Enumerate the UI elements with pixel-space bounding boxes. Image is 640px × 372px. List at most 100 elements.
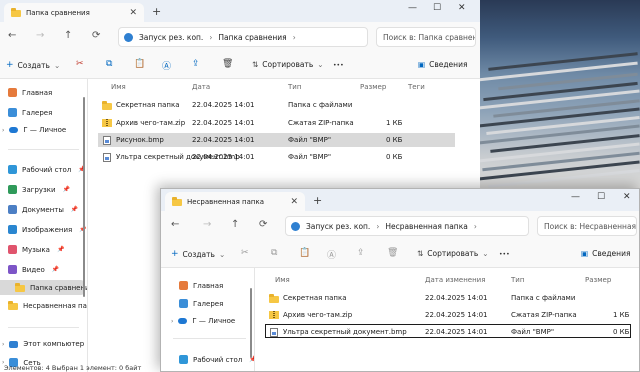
breadcrumb-current[interactable]: Несравненная папка bbox=[385, 222, 468, 231]
sidebar-item-downloads[interactable]: Загрузки 📌 bbox=[8, 185, 70, 194]
create-button[interactable]: + Создать ⌄ bbox=[6, 60, 60, 70]
copy-icon[interactable]: ⧉ bbox=[106, 59, 112, 69]
search-input[interactable]: Поиск в: Несравненная папка bbox=[537, 216, 637, 236]
share-icon[interactable]: ⇪ bbox=[192, 59, 200, 69]
rename-icon[interactable]: Ⓐ bbox=[327, 248, 336, 261]
more-options-icon[interactable]: ••• bbox=[333, 62, 344, 69]
details-button[interactable]: ▣ Сведения bbox=[581, 249, 630, 258]
tab-folder[interactable]: Папка сравнения ✕ bbox=[4, 3, 144, 22]
column-date[interactable]: Дата изменения bbox=[425, 276, 485, 284]
sort-button[interactable]: ⇅ Сортировать ⌄ bbox=[252, 60, 324, 69]
sidebar-item-desktop[interactable]: Рабочий стол 📌 bbox=[8, 165, 86, 174]
sidebar-item-videos[interactable]: Видео 📌 bbox=[8, 265, 59, 274]
chevron-down-icon: ⌄ bbox=[317, 60, 324, 69]
computer-icon bbox=[9, 340, 19, 348]
zip-archive-icon bbox=[102, 119, 112, 127]
breadcrumb-current[interactable]: Папка сравнения bbox=[218, 33, 286, 42]
backup-drive-icon bbox=[291, 221, 300, 231]
file-row[interactable]: Архив чего-там.zip 22.04.2025 14:01 Сжат… bbox=[265, 308, 631, 322]
folder-icon bbox=[8, 301, 18, 310]
sort-button[interactable]: ⇅ Сортировать ⌄ bbox=[417, 249, 489, 258]
sidebar-scrollbar[interactable] bbox=[83, 97, 85, 297]
tab-title: Папка сравнения bbox=[26, 8, 90, 17]
close-tab-icon[interactable]: ✕ bbox=[290, 197, 298, 207]
column-size[interactable]: Размер bbox=[360, 83, 386, 91]
sidebar-item-other-folder[interactable]: Несравненная папка 📌 bbox=[8, 301, 87, 310]
tab-folder[interactable]: Несравненная папка ✕ bbox=[165, 192, 305, 211]
delete-icon[interactable]: 🗑 bbox=[387, 248, 398, 258]
divider bbox=[173, 338, 246, 339]
copy-icon[interactable]: ⧉ bbox=[271, 248, 277, 258]
close-window-button[interactable]: ✕ bbox=[458, 3, 466, 13]
new-tab-button[interactable]: + bbox=[313, 194, 322, 207]
chevron-right-icon: › bbox=[171, 317, 174, 325]
minimize-button[interactable]: — bbox=[408, 3, 417, 13]
up-arrow-icon[interactable]: ↑ bbox=[231, 219, 239, 230]
paste-icon[interactable]: 📋 bbox=[299, 248, 310, 258]
sort-label: Сортировать bbox=[262, 60, 314, 69]
sidebar-item-compare-folder[interactable]: Папка сравнения 📌 bbox=[0, 280, 87, 295]
sidebar-item-this-pc[interactable]: › Этот компьютер bbox=[2, 340, 84, 348]
refresh-icon[interactable]: ⟳ bbox=[92, 30, 100, 41]
column-tags[interactable]: Теги bbox=[408, 83, 425, 91]
sidebar-item-pictures[interactable]: Изображения 📌 bbox=[8, 225, 87, 234]
close-tab-icon[interactable]: ✕ bbox=[129, 8, 137, 18]
search-input[interactable]: Поиск в: Папка сравнения bbox=[376, 27, 476, 47]
sidebar-item-home[interactable]: Главная bbox=[179, 281, 223, 290]
cut-icon[interactable]: ✂ bbox=[241, 248, 249, 258]
file-row[interactable]: Секретная папка 22.04.2025 14:01 Папка с… bbox=[98, 98, 455, 112]
address-field[interactable]: Запуск рез. коп. › Папка сравнения › bbox=[118, 27, 368, 47]
up-arrow-icon[interactable]: ↑ bbox=[64, 30, 72, 41]
column-headers: Имя Дата Тип Размер Теги bbox=[90, 80, 470, 94]
cut-icon[interactable]: ✂ bbox=[76, 59, 84, 69]
details-button[interactable]: ▣ Сведения bbox=[418, 60, 467, 69]
forward-arrow-icon[interactable]: → bbox=[203, 219, 211, 230]
file-row[interactable]: Ультра секретный документ.bmp 22.04.2025… bbox=[98, 150, 455, 164]
more-options-icon[interactable]: ••• bbox=[499, 251, 510, 258]
minimize-button[interactable]: — bbox=[571, 192, 580, 202]
close-window-button[interactable]: ✕ bbox=[623, 192, 631, 202]
file-row[interactable]: Секретная папка 22.04.2025 14:01 Папка с… bbox=[265, 291, 631, 305]
column-date[interactable]: Дата bbox=[192, 83, 210, 91]
address-bar-row: ← → ↑ ⟳ Запуск рез. коп. › Несравненная … bbox=[161, 211, 639, 241]
maximize-button[interactable]: ☐ bbox=[597, 192, 605, 202]
home-icon bbox=[8, 88, 17, 97]
maximize-button[interactable]: ☐ bbox=[433, 3, 441, 13]
file-row-focused[interactable]: Ультра секретный документ.bmp 22.04.2025… bbox=[265, 324, 631, 338]
back-arrow-icon[interactable]: ← bbox=[171, 219, 179, 230]
column-type[interactable]: Тип bbox=[288, 83, 301, 91]
cloud-icon bbox=[9, 127, 19, 133]
bitmap-file-icon bbox=[103, 153, 111, 162]
video-icon bbox=[8, 265, 17, 274]
breadcrumb-root[interactable]: Запуск рез. коп. bbox=[306, 222, 370, 231]
sidebar-item-music[interactable]: Музыка 📌 bbox=[8, 245, 64, 254]
sidebar-item-documents[interactable]: Документы 📌 bbox=[8, 205, 78, 214]
sidebar-scrollbar[interactable] bbox=[250, 288, 252, 358]
title-bar: Несравненная папка ✕ + — ☐ ✕ bbox=[161, 189, 639, 211]
sidebar-item-onedrive[interactable]: › Г — Личное bbox=[171, 317, 235, 325]
paste-icon[interactable]: 📋 bbox=[134, 59, 145, 69]
breadcrumb-separator: › bbox=[376, 221, 380, 231]
column-name[interactable]: Имя bbox=[275, 276, 290, 284]
file-row-selected[interactable]: Рисунок.bmp 22.04.2025 14:01 Файл "BMP" … bbox=[98, 133, 455, 147]
column-name[interactable]: Имя bbox=[111, 83, 126, 91]
sidebar-item-gallery[interactable]: Галерея bbox=[8, 108, 52, 117]
file-row[interactable]: Архив чего-там.zip 22.04.2025 14:01 Сжат… bbox=[98, 116, 455, 130]
new-tab-button[interactable]: + bbox=[152, 5, 161, 18]
sidebar-item-home[interactable]: Главная bbox=[8, 88, 52, 97]
column-type[interactable]: Тип bbox=[511, 276, 524, 284]
column-size[interactable]: Размер bbox=[585, 276, 611, 284]
back-arrow-icon[interactable]: ← bbox=[8, 30, 16, 41]
address-field[interactable]: Запуск рез. коп. › Несравненная папка › bbox=[285, 216, 529, 236]
share-icon[interactable]: ⇪ bbox=[357, 248, 365, 258]
sidebar-item-gallery[interactable]: Галерея bbox=[179, 299, 223, 308]
breadcrumb-root[interactable]: Запуск рез. коп. bbox=[139, 33, 203, 42]
delete-icon[interactable]: 🗑 bbox=[222, 59, 233, 69]
refresh-icon[interactable]: ⟳ bbox=[259, 219, 267, 230]
create-button[interactable]: + Создать ⌄ bbox=[171, 249, 225, 259]
chevron-down-icon: ⌄ bbox=[53, 60, 61, 70]
sidebar-item-desktop[interactable]: Рабочий стол 📌 bbox=[179, 355, 254, 364]
sidebar-item-onedrive[interactable]: › Г — Личное bbox=[2, 126, 66, 134]
rename-icon[interactable]: Ⓐ bbox=[162, 59, 171, 72]
forward-arrow-icon[interactable]: → bbox=[36, 30, 44, 41]
